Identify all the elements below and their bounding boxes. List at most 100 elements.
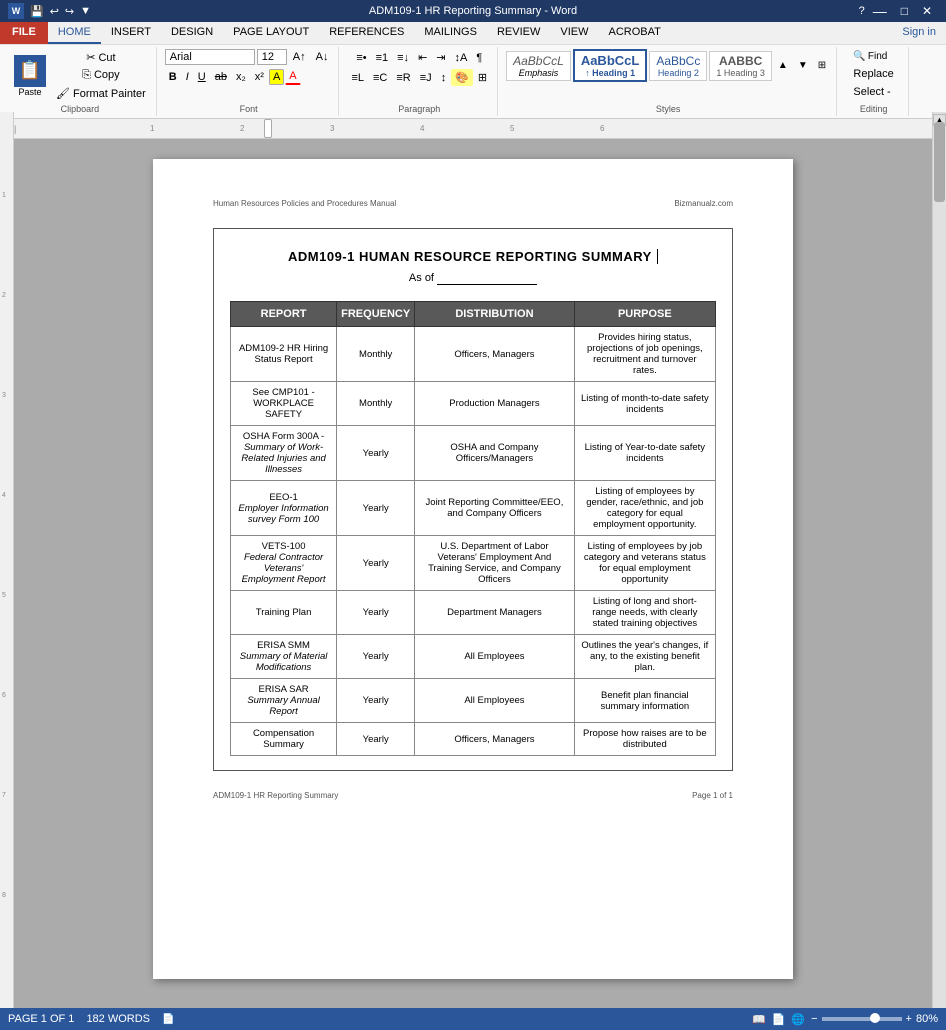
purpose-cell: Listing of month-to-date safety incident…	[574, 382, 715, 426]
minimize-btn[interactable]: —	[867, 3, 893, 19]
col-report: REPORT	[231, 302, 337, 327]
zoom-level: 80%	[916, 1013, 938, 1025]
tab-acrobat[interactable]: ACROBAT	[598, 22, 670, 44]
table-row: VETS-100 Federal Contractor Veterans' Em…	[231, 536, 716, 591]
status-bar: PAGE 1 OF 1 182 WORDS 📄 📖 📄 🌐 − + 80%	[0, 1008, 946, 1030]
shading-button[interactable]: 🎨	[451, 69, 473, 86]
ribbon-content: 📋 Paste ✂ Cut ⎘ Copy 🖌 Format Painter Cl…	[0, 44, 946, 118]
font-content: A↑ A↓ B I U ab x₂ x² A A	[165, 49, 333, 85]
report-cell: VETS-100 Federal Contractor Veterans' Em…	[231, 536, 337, 591]
zoom-in-btn[interactable]: +	[906, 1013, 912, 1025]
quick-undo[interactable]: ↩	[50, 5, 59, 18]
underline-button[interactable]: U	[194, 69, 210, 85]
view-read-btn[interactable]: 📖	[752, 1013, 766, 1026]
purpose-cell: Outlines the year's changes, if any, to …	[574, 635, 715, 679]
font-name-input[interactable]	[165, 49, 255, 65]
paste-button[interactable]: 📋 Paste	[10, 53, 50, 99]
tab-home[interactable]: HOME	[48, 22, 101, 44]
report-cell: OSHA Form 300A - Summary of Work-Related…	[231, 426, 337, 481]
find-button[interactable]: 🔍 Find	[849, 49, 891, 64]
italic-button[interactable]: I	[182, 69, 193, 85]
tab-review[interactable]: REVIEW	[487, 22, 550, 44]
tab-view[interactable]: VIEW	[550, 22, 598, 44]
styles-content: AaBbCcL Emphasis AaBbCcL ↑ Heading 1 AaB…	[506, 49, 830, 82]
sign-in-btn[interactable]: Sign in	[892, 22, 946, 44]
tab-design[interactable]: DESIGN	[161, 22, 223, 44]
styles-scroll-up[interactable]: ▲	[774, 58, 792, 73]
purpose-cell: Provides hiring status, projections of j…	[574, 327, 715, 382]
doc-footer-right: Page 1 of 1	[692, 791, 733, 800]
table-row: Training Plan Yearly Department Managers…	[231, 591, 716, 635]
style-heading3[interactable]: AABBC 1 Heading 3	[709, 51, 772, 81]
cut-button[interactable]: ✂ Cut	[52, 49, 150, 66]
tab-references[interactable]: REFERENCES	[319, 22, 414, 44]
borders-button[interactable]: ⊞	[474, 69, 491, 86]
line-spacing-button[interactable]: ↕	[437, 69, 451, 86]
close-btn[interactable]: ✕	[916, 4, 938, 18]
justify-button[interactable]: ≡J	[416, 69, 436, 86]
text-highlight-button[interactable]: A	[269, 69, 284, 85]
table-row: ERISA SMM Summary of Material Modificati…	[231, 635, 716, 679]
styles-scroll-down[interactable]: ▼	[794, 58, 812, 73]
styles-group: AaBbCcL Emphasis AaBbCcL ↑ Heading 1 AaB…	[500, 47, 837, 116]
frequency-cell: Yearly	[337, 635, 415, 679]
show-hide-button[interactable]: ¶	[472, 49, 486, 66]
zoom-out-btn[interactable]: −	[811, 1013, 817, 1025]
format-painter-button[interactable]: 🖌 Format Painter	[52, 85, 150, 102]
document-area: Human Resources Policies and Procedures …	[0, 139, 946, 999]
align-center-button[interactable]: ≡C	[369, 69, 391, 86]
doc-asof: As of	[230, 272, 716, 285]
quick-more[interactable]: ▼	[80, 5, 91, 17]
doc-header: Human Resources Policies and Procedures …	[213, 199, 733, 208]
table-row: ERISA SAR Summary Annual Report Yearly A…	[231, 679, 716, 723]
frequency-cell: Yearly	[337, 481, 415, 536]
zoom-slider[interactable]	[822, 1017, 902, 1021]
scrollbar[interactable]: ▲ ▼	[932, 112, 946, 1008]
file-tab[interactable]: FILE	[0, 22, 48, 44]
window-title: ADM109-1 HR Reporting Summary - Word	[369, 5, 577, 17]
help-btn[interactable]: ?	[859, 5, 865, 17]
copy-button[interactable]: ⎘ Copy	[52, 67, 150, 84]
style-heading2[interactable]: AaBbCc Heading 2	[649, 51, 707, 81]
view-print-btn[interactable]: 📄	[772, 1013, 786, 1026]
multilevel-button[interactable]: ≡↓	[393, 49, 413, 66]
increase-indent-button[interactable]: ⇥	[432, 49, 449, 66]
distribution-cell: All Employees	[415, 679, 574, 723]
replace-button[interactable]: Replace	[849, 66, 897, 82]
language-icon[interactable]: 📄	[162, 1014, 174, 1025]
style-heading1[interactable]: AaBbCcL ↑ Heading 1	[573, 49, 648, 82]
strikethrough-button[interactable]: ab	[211, 69, 231, 85]
align-left-button[interactable]: ≡L	[347, 69, 368, 86]
table-row: Compensation Summary Yearly Officers, Ma…	[231, 723, 716, 756]
select-button[interactable]: Select -	[849, 84, 894, 100]
styles-expand[interactable]: ⊞	[814, 58, 830, 73]
zoom-thumb	[870, 1013, 880, 1023]
tab-mailings[interactable]: MAILINGS	[414, 22, 487, 44]
tab-insert[interactable]: INSERT	[101, 22, 161, 44]
font-color-button[interactable]: A	[285, 68, 300, 85]
decrease-font-btn[interactable]: A↓	[312, 49, 333, 65]
paste-label: Paste	[18, 87, 41, 97]
report-cell: Training Plan	[231, 591, 337, 635]
numbering-button[interactable]: ≡1	[372, 49, 393, 66]
frequency-cell: Monthly	[337, 382, 415, 426]
view-web-btn[interactable]: 🌐	[791, 1013, 805, 1026]
bold-button[interactable]: B	[165, 69, 181, 85]
superscript-button[interactable]: x²	[251, 69, 268, 85]
scroll-thumb[interactable]	[934, 122, 945, 202]
subscript-button[interactable]: x₂	[232, 69, 250, 85]
editing-content: 🔍 Find Replace Select -	[849, 49, 897, 100]
tab-page-layout[interactable]: PAGE LAYOUT	[223, 22, 319, 44]
styles-label: Styles	[656, 102, 681, 114]
style-emphasis[interactable]: AaBbCcL Emphasis	[506, 51, 571, 81]
font-size-input[interactable]	[257, 49, 287, 65]
align-right-button[interactable]: ≡R	[392, 69, 414, 86]
quick-redo[interactable]: ↪	[65, 5, 74, 18]
sort-button[interactable]: ↕A	[451, 49, 472, 66]
decrease-indent-button[interactable]: ⇤	[414, 49, 431, 66]
maximize-btn[interactable]: □	[895, 4, 914, 18]
frequency-cell: Yearly	[337, 426, 415, 481]
quick-save[interactable]: 💾	[30, 5, 44, 18]
increase-font-btn[interactable]: A↑	[289, 49, 310, 65]
bullets-button[interactable]: ≡•	[352, 49, 370, 66]
